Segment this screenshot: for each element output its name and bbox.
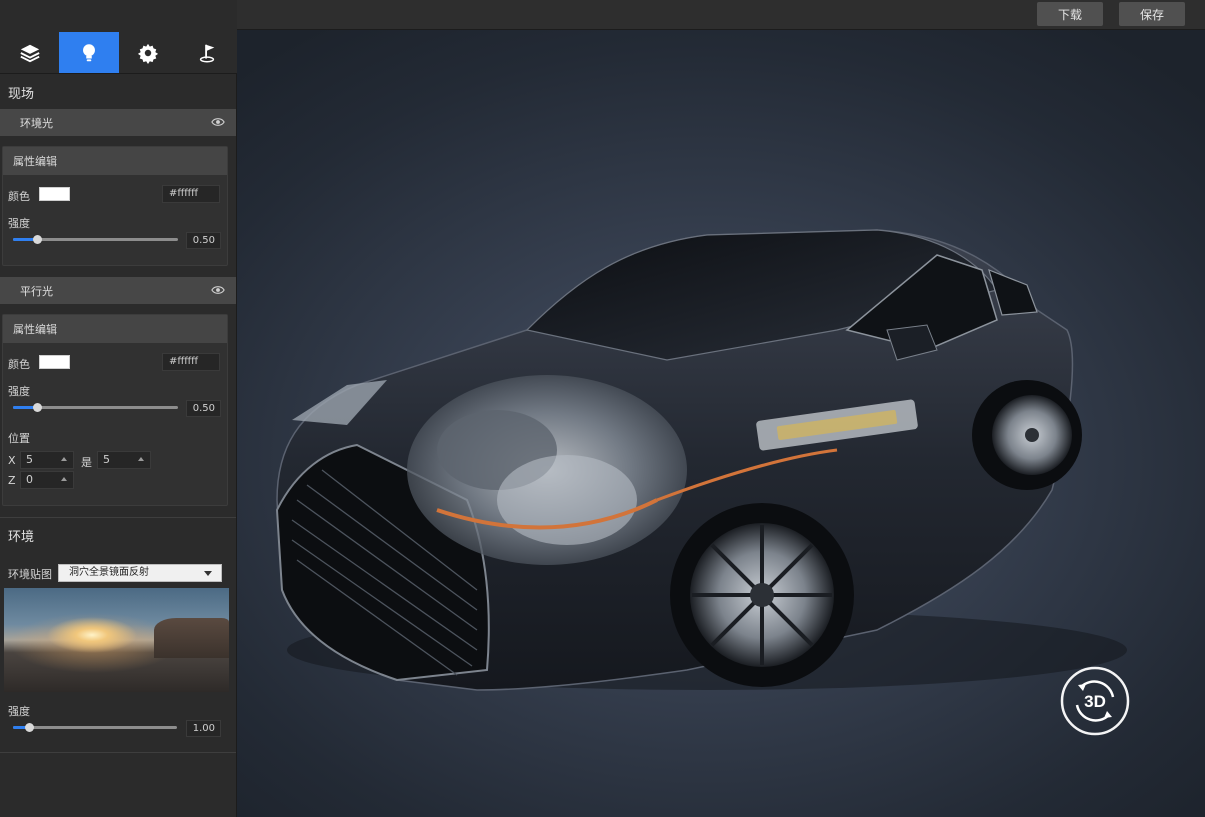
panel-title: 属性编辑 xyxy=(3,315,227,343)
position-x-value: 5 xyxy=(26,453,33,466)
tab-settings[interactable] xyxy=(119,32,178,73)
3d-rotate-badge[interactable]: 3D xyxy=(1059,665,1131,737)
lightbulb-icon xyxy=(82,43,95,61)
ambient-light-header[interactable]: 环境光 xyxy=(0,109,236,136)
directional-light-label: 平行光 xyxy=(20,284,53,298)
save-button[interactable]: 保存 xyxy=(1119,2,1185,26)
panel-title: 属性编辑 xyxy=(3,147,227,175)
directional-intensity-slider[interactable] xyxy=(13,403,178,412)
eye-icon[interactable] xyxy=(211,116,225,128)
directional-light-header[interactable]: 平行光 xyxy=(0,277,236,304)
stepper-up-icon[interactable] xyxy=(61,457,67,461)
ambient-color-hex[interactable]: #ffffff xyxy=(162,185,220,203)
position-y-value: 5 xyxy=(103,453,110,466)
ambient-intensity-slider[interactable] xyxy=(13,235,178,244)
3d-viewport[interactable]: 3D xyxy=(237,30,1205,817)
tab-lighting[interactable] xyxy=(59,32,119,73)
directional-intensity-value[interactable]: 0.50 xyxy=(186,400,221,417)
sidebar: 现场 环境光 属性编辑 颜色 #ffffff 强度 0.50 平行光 属性编辑 … xyxy=(0,0,237,817)
directional-intensity-label: 强度 xyxy=(8,385,30,398)
eye-icon[interactable] xyxy=(211,284,225,296)
tab-markers[interactable] xyxy=(178,32,237,73)
position-label: 位置 xyxy=(8,432,30,445)
preview-cliff xyxy=(154,618,229,658)
ambient-intensity-label: 强度 xyxy=(8,217,30,230)
sidebar-top-bar xyxy=(0,0,237,32)
ambient-color-label: 颜色 xyxy=(8,190,30,203)
directional-color-swatch[interactable] xyxy=(39,355,70,369)
badge-3d-text: 3D xyxy=(1084,692,1106,711)
flag-icon xyxy=(200,44,215,62)
environment-intensity-slider[interactable] xyxy=(13,723,177,732)
tab-layers[interactable] xyxy=(0,32,59,73)
slider-knob[interactable] xyxy=(24,723,34,732)
environment-section-title: 环境 xyxy=(8,530,35,545)
divider xyxy=(0,752,236,753)
position-z-stepper[interactable]: 0 xyxy=(20,471,74,489)
ambient-light-label: 环境光 xyxy=(20,116,53,130)
position-z-value: 0 xyxy=(26,473,33,486)
ambient-color-swatch[interactable] xyxy=(39,187,70,201)
stepper-up-icon[interactable] xyxy=(61,477,67,481)
stepper-up-icon[interactable] xyxy=(138,457,144,461)
x-label: X xyxy=(8,454,16,467)
download-button[interactable]: 下载 xyxy=(1037,2,1103,26)
sidebar-tabs xyxy=(0,32,237,74)
environment-map-label: 环境贴图 xyxy=(8,568,52,581)
ambient-intensity-value[interactable]: 0.50 xyxy=(186,232,221,249)
position-x-stepper[interactable]: 5 xyxy=(20,451,74,469)
y-label: 是 xyxy=(81,456,92,469)
environment-intensity-label: 强度 xyxy=(8,705,30,718)
caret-down-icon xyxy=(204,571,212,576)
directional-color-label: 颜色 xyxy=(8,358,30,371)
position-y-stepper[interactable]: 5 xyxy=(97,451,151,469)
environment-map-selected: 洞穴全景镜面反射 xyxy=(69,567,149,578)
environment-intensity-value[interactable]: 1.00 xyxy=(186,720,221,737)
layers-icon xyxy=(20,44,40,62)
environment-map-select[interactable]: 洞穴全景镜面反射 xyxy=(58,564,222,582)
gear-icon xyxy=(138,43,159,64)
top-toolbar: 下载 保存 xyxy=(237,0,1205,30)
scene-section-title: 现场 xyxy=(8,87,35,102)
z-label: Z xyxy=(8,474,16,487)
divider xyxy=(0,517,236,518)
directional-color-hex[interactable]: #ffffff xyxy=(162,353,220,371)
environment-map-preview xyxy=(4,588,229,692)
